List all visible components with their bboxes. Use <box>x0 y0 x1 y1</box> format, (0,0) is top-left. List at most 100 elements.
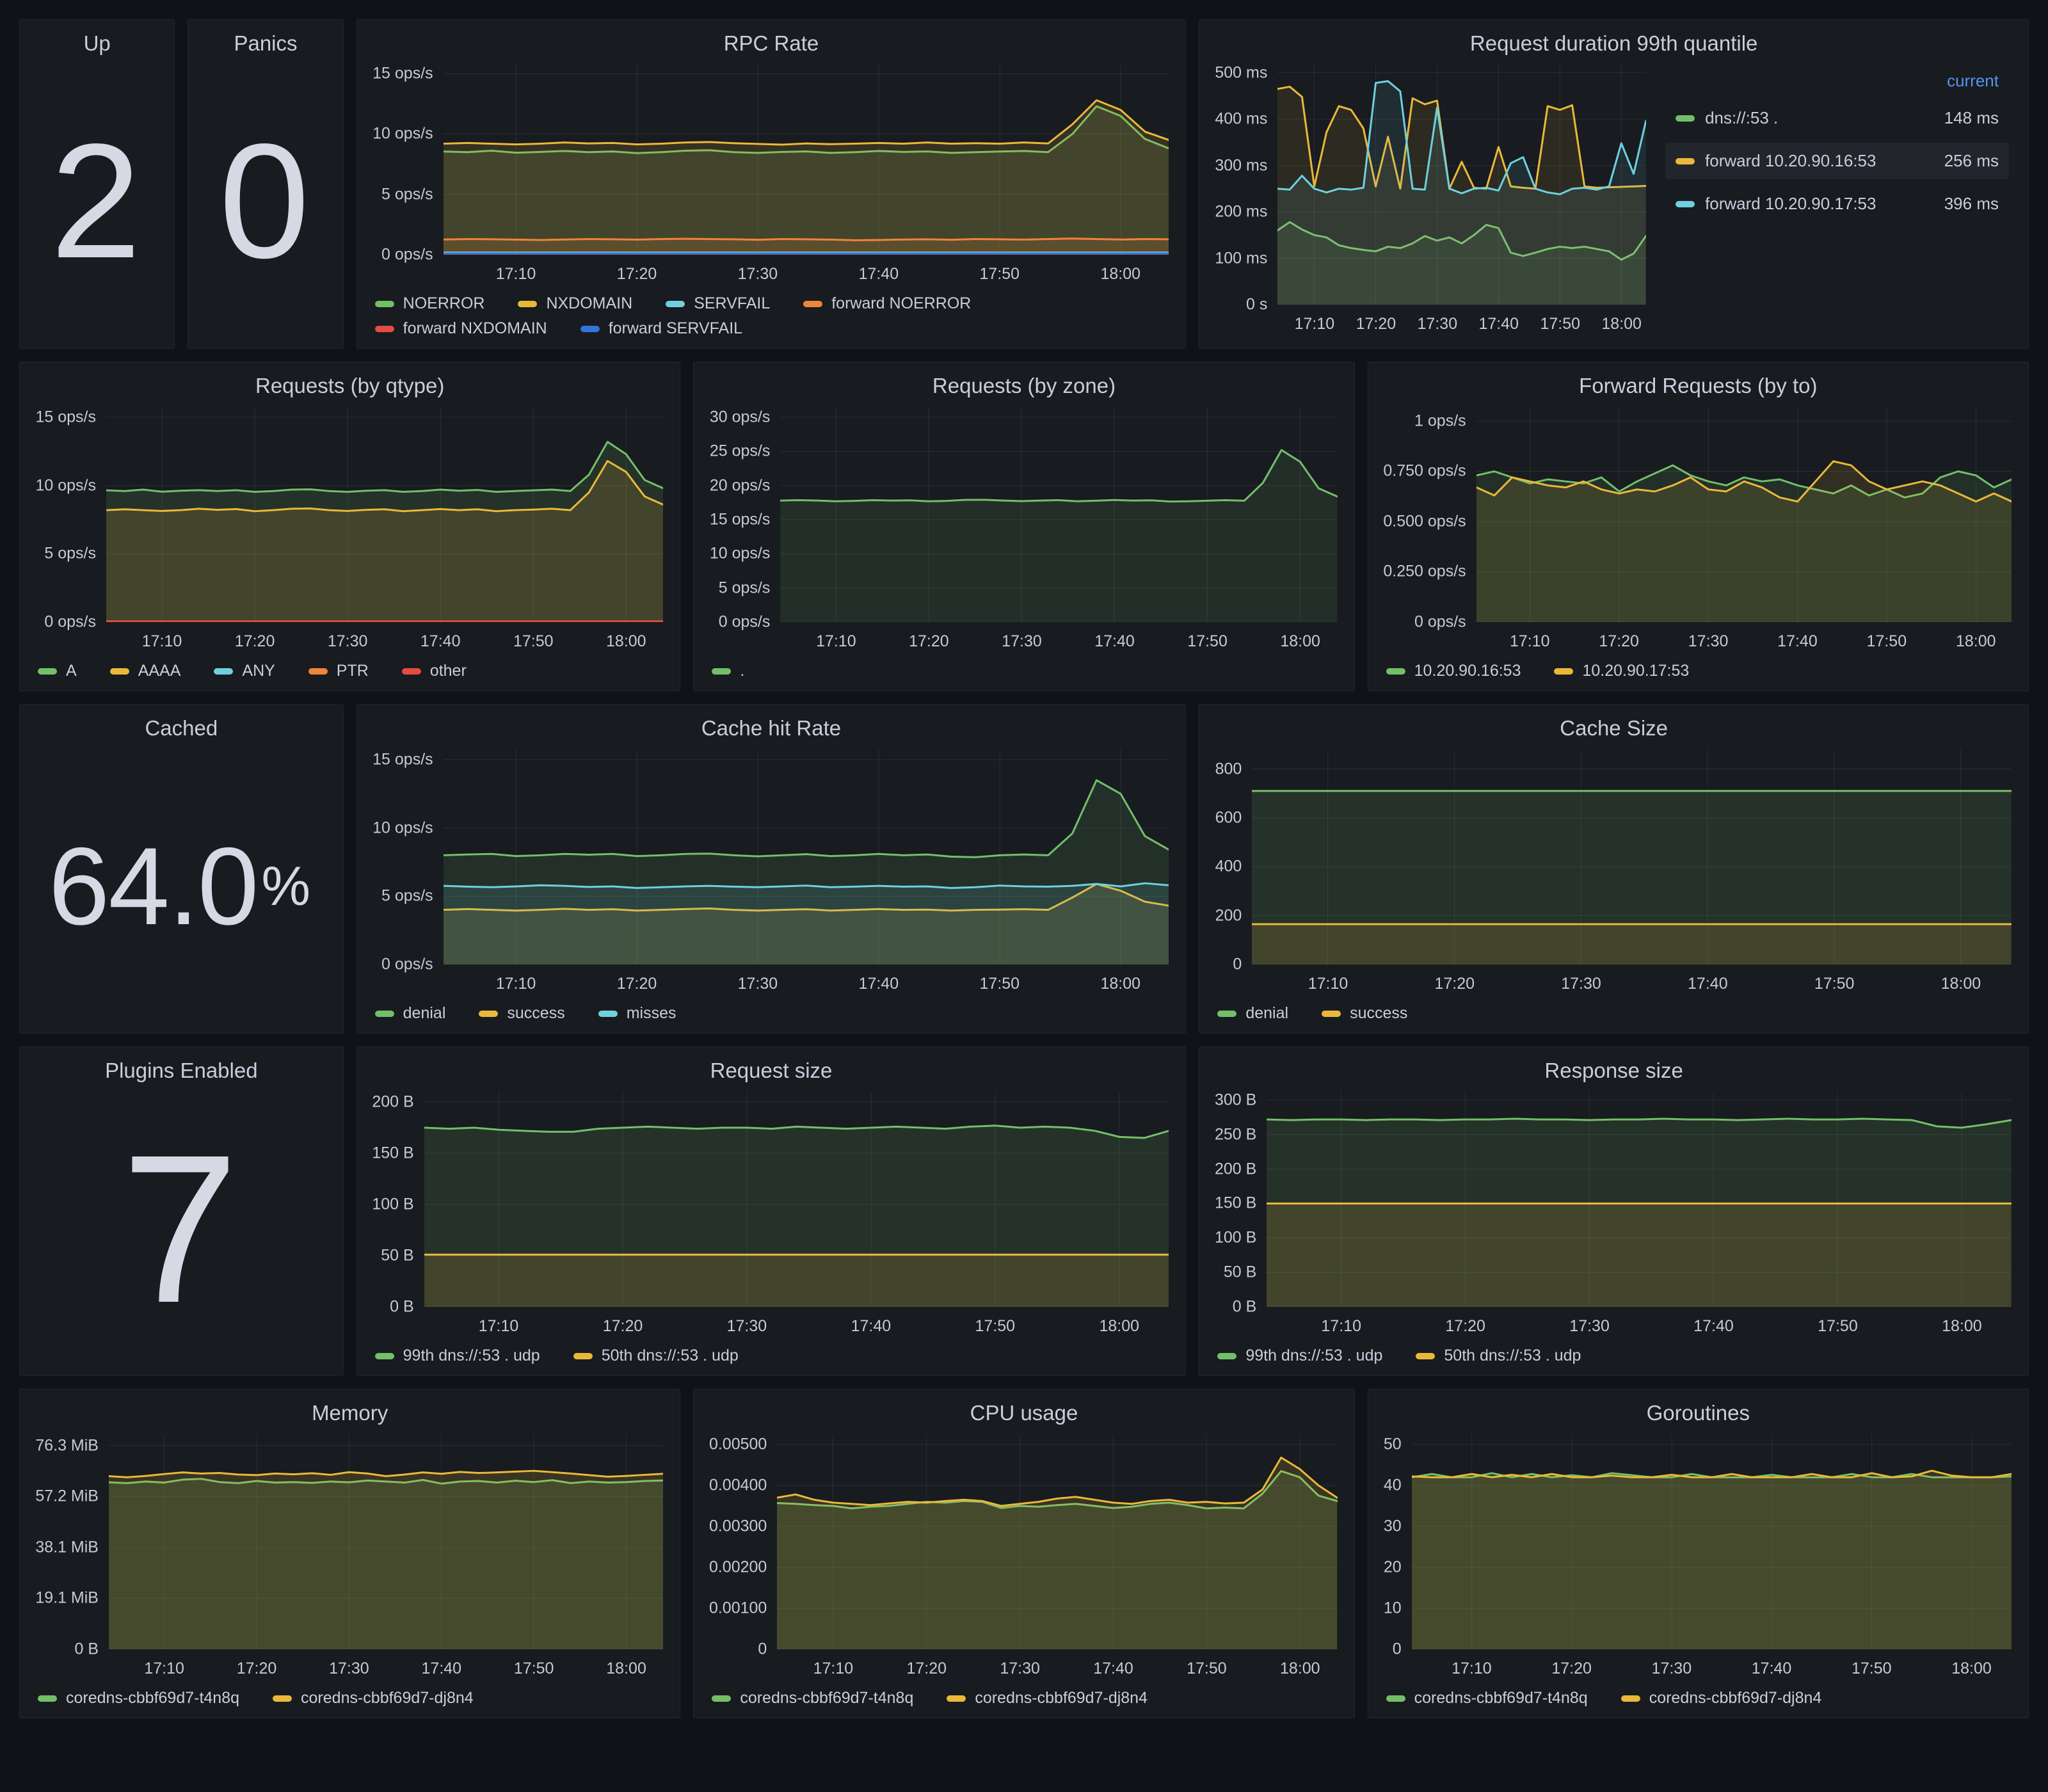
legend-series-name: 10.20.90.16:53 <box>1414 662 1521 680</box>
panel-title[interactable]: Cache hit Rate <box>357 705 1186 743</box>
legend-item[interactable]: . <box>712 662 744 680</box>
x-axis-label: 17:50 <box>513 632 554 651</box>
panel-title[interactable]: Requests (by zone) <box>694 362 1354 401</box>
y-axis-label: 20 <box>1384 1558 1402 1577</box>
plot-area[interactable] <box>780 407 1337 622</box>
chart-svg <box>444 65 1169 255</box>
x-axis-label: 17:30 <box>738 975 778 993</box>
legend-item[interactable]: PTR <box>308 662 369 680</box>
legend-item[interactable]: coredns-cbbf69d7-dj8n4 <box>273 1689 474 1708</box>
panel-title[interactable]: Goroutines <box>1368 1389 2028 1428</box>
panel-title[interactable]: Response size <box>1199 1047 2028 1085</box>
legend-item[interactable]: SERVFAIL <box>666 294 770 313</box>
panel-title[interactable]: Cache Size <box>1199 705 2028 743</box>
y-axis-label: 0 B <box>1233 1298 1257 1316</box>
x-axis-label: 17:10 <box>1510 632 1550 651</box>
chart-area: 0 ops/s5 ops/s10 ops/s15 ops/s17:1017:20… <box>370 749 1169 998</box>
stat-value-plugins: 7 <box>122 1123 238 1334</box>
plot-area[interactable] <box>1252 749 2012 964</box>
legend-current-header[interactable]: current <box>1665 67 2009 100</box>
y-axis-label: 0 <box>1393 1640 1402 1659</box>
stat-body: 0 <box>188 58 342 348</box>
y-axis-label: 0.00200 <box>709 1558 767 1577</box>
panel-title[interactable]: Up <box>20 20 174 58</box>
legend-item[interactable]: coredns-cbbf69d7-t4n8q <box>712 1689 913 1708</box>
panel-title[interactable]: Memory <box>20 1389 680 1428</box>
x-axis: 17:1017:2017:3017:4017:5018:00 <box>1252 964 2012 998</box>
legend-item[interactable]: 10.20.90.16:53 <box>1386 662 1521 680</box>
chart-area: 0 B19.1 MiB38.1 MiB57.2 MiB76.3 MiB17:10… <box>33 1434 663 1683</box>
x-axis-label: 17:10 <box>1321 1317 1361 1336</box>
plot-area[interactable] <box>1277 65 1646 305</box>
legend-item[interactable]: AAAA <box>110 662 181 680</box>
x-axis-label: 17:50 <box>975 1317 1016 1336</box>
panel-title[interactable]: Panics <box>188 20 342 58</box>
panel-up: Up 2 <box>19 19 175 349</box>
plot-area[interactable] <box>444 65 1169 255</box>
legend-item[interactable]: coredns-cbbf69d7-t4n8q <box>1386 1689 1588 1708</box>
panel-title[interactable]: Cached <box>20 705 343 743</box>
legend-item[interactable]: coredns-cbbf69d7-dj8n4 <box>1621 1689 1822 1708</box>
legend-item[interactable]: coredns-cbbf69d7-dj8n4 <box>947 1689 1148 1708</box>
legend-item[interactable]: 50th dns://:53 . udp <box>573 1347 739 1365</box>
legend-item[interactable]: forward NXDOMAIN <box>375 319 547 338</box>
plot-area[interactable] <box>424 1092 1169 1307</box>
x-axis-label: 17:40 <box>1752 1660 1792 1678</box>
panel-title[interactable]: Request size <box>357 1047 1186 1085</box>
panel-title[interactable]: Request duration 99th quantile <box>1199 20 2028 58</box>
series-area-0 <box>780 450 1337 622</box>
plot-area[interactable] <box>1412 1434 2012 1649</box>
panel-title[interactable]: RPC Rate <box>357 20 1186 58</box>
plot-area[interactable] <box>106 407 663 622</box>
legend-item[interactable]: coredns-cbbf69d7-t4n8q <box>38 1689 239 1708</box>
legend-item[interactable]: forward NOERROR <box>803 294 971 313</box>
y-axis: 01020304050 <box>1381 1434 1412 1649</box>
legend-item[interactable]: success <box>479 1004 564 1023</box>
panel-title[interactable]: Requests (by qtype) <box>20 362 680 401</box>
x-axis-label: 17:40 <box>422 1660 462 1678</box>
legend-row[interactable]: forward 10.20.90.16:53256 ms <box>1665 143 2009 179</box>
legend-item[interactable]: forward SERVFAIL <box>580 319 742 338</box>
chart-area: 0 s100 ms200 ms300 ms400 ms500 ms17:1017… <box>1212 65 2012 338</box>
y-axis: 0 B19.1 MiB38.1 MiB57.2 MiB76.3 MiB <box>33 1434 109 1649</box>
panel-title[interactable]: Plugins Enabled <box>20 1047 343 1085</box>
chart-grid: 00.001000.002000.003000.004000.0050017:1… <box>707 1434 1337 1683</box>
x-axis-label: 17:40 <box>1777 632 1818 651</box>
legend-item[interactable]: 10.20.90.17:53 <box>1554 662 1689 680</box>
legend-item[interactable]: 99th dns://:53 . udp <box>375 1347 540 1365</box>
plot-area[interactable] <box>1476 407 2012 622</box>
panel-title[interactable]: Forward Requests (by to) <box>1368 362 2028 401</box>
legend-item[interactable]: denial <box>1217 1004 1288 1023</box>
panel-title[interactable]: CPU usage <box>694 1389 1354 1428</box>
legend-item[interactable]: ANY <box>214 662 275 680</box>
legend-item[interactable]: misses <box>598 1004 676 1023</box>
legend-item[interactable]: success <box>1322 1004 1407 1023</box>
legend-item[interactable]: NOERROR <box>375 294 485 313</box>
y-axis-label: 30 <box>1384 1517 1402 1536</box>
plot-area[interactable] <box>444 749 1169 964</box>
chart-forward-requests: 0 ops/s0.250 ops/s0.500 ops/s0.750 ops/s… <box>1368 401 2028 691</box>
legend-series-name: forward NXDOMAIN <box>403 319 547 338</box>
x-axis-label: 17:50 <box>1867 632 1907 651</box>
legend-item[interactable]: denial <box>375 1004 446 1023</box>
legend-row[interactable]: dns://:53 .148 ms <box>1665 100 2009 136</box>
legend-item[interactable]: NXDOMAIN <box>518 294 632 313</box>
chart-cache-size: 020040060080017:1017:2017:3017:4017:5018… <box>1199 743 2028 1033</box>
legend-item[interactable]: 99th dns://:53 . udp <box>1217 1347 1382 1365</box>
x-axis-label: 17:10 <box>479 1317 519 1336</box>
legend-item[interactable]: other <box>402 662 467 680</box>
legend-swatch <box>1416 1353 1435 1359</box>
legend-row[interactable]: forward 10.20.90.17:53396 ms <box>1665 186 2009 222</box>
legend-item[interactable]: A <box>38 662 77 680</box>
x-axis-label: 17:30 <box>1418 315 1458 333</box>
plot-area[interactable] <box>1267 1092 2012 1307</box>
x-axis: 17:1017:2017:3017:4017:5018:00 <box>1412 1649 2012 1683</box>
panel-memory: Memory 0 B19.1 MiB38.1 MiB57.2 MiB76.3 M… <box>19 1389 680 1718</box>
legend-item[interactable]: 50th dns://:53 . udp <box>1416 1347 1581 1365</box>
chart-svg <box>1412 1434 2012 1649</box>
x-axis-label: 17:50 <box>980 265 1020 284</box>
x-axis-label: 17:20 <box>1434 975 1475 993</box>
plot-area[interactable] <box>777 1434 1337 1649</box>
plot-area[interactable] <box>109 1434 663 1649</box>
panel-request-duration: Request duration 99th quantile 0 s100 ms… <box>1199 19 2029 349</box>
